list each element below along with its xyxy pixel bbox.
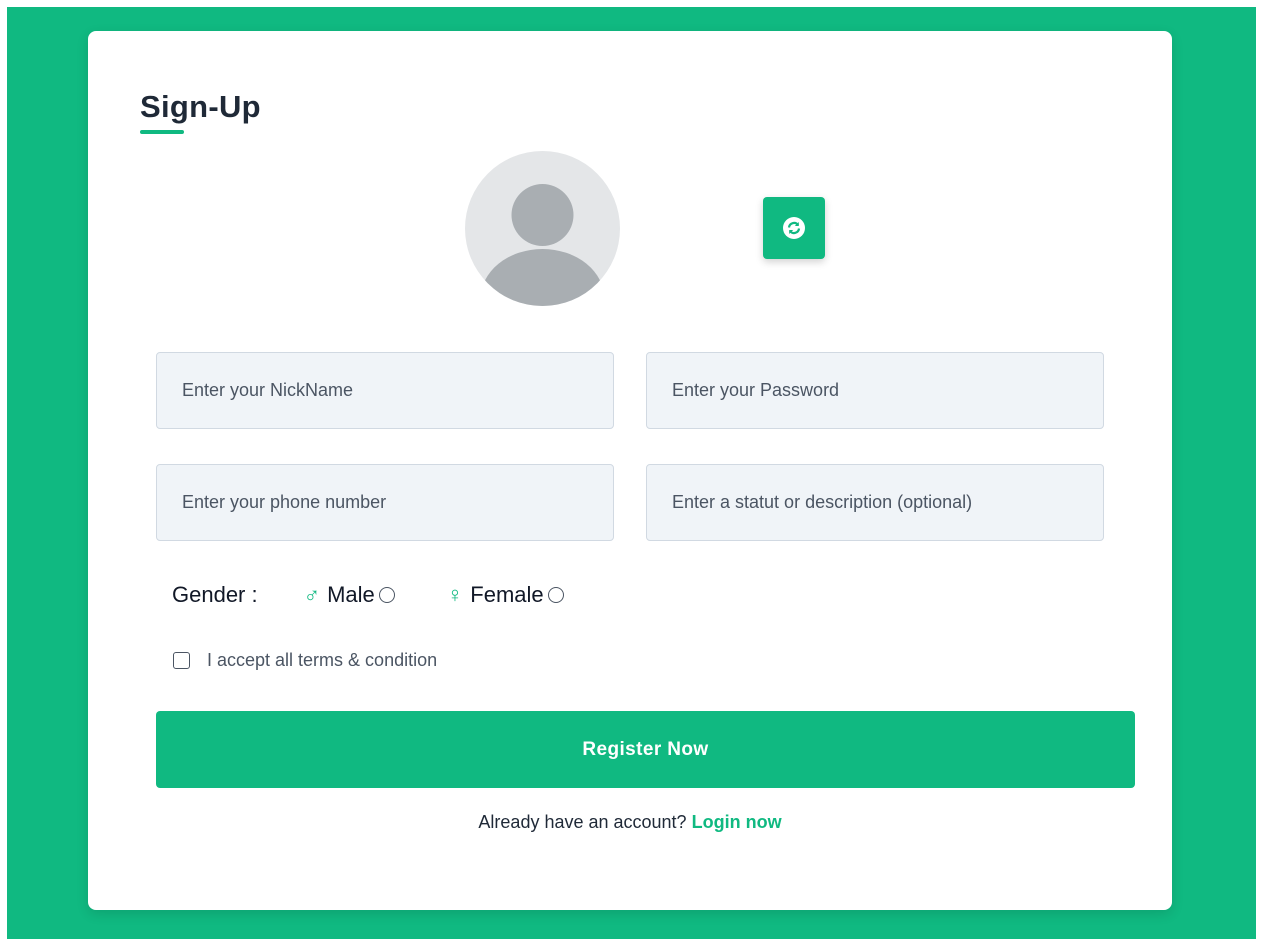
phone-input[interactable]	[156, 464, 614, 541]
terms-checkbox[interactable]	[173, 652, 190, 669]
terms-label: I accept all terms & condition	[207, 650, 438, 670]
login-prompt-row: Already have an account? Login now	[88, 812, 1172, 833]
login-link[interactable]: Login now	[692, 812, 782, 832]
refresh-avatar-button[interactable]	[763, 197, 825, 259]
female-symbol-icon: ♀	[446, 582, 464, 607]
signup-card: Sign-Up Gender : ♂ Male ♀ Female	[88, 31, 1172, 910]
male-label: Male	[327, 582, 375, 607]
page-title: Sign-Up	[140, 89, 261, 124]
gender-row: Gender : ♂ Male ♀ Female	[172, 577, 616, 613]
gender-label: Gender :	[172, 582, 258, 607]
user-silhouette-icon	[480, 184, 605, 306]
status-input[interactable]	[646, 464, 1104, 541]
avatar	[465, 151, 620, 306]
gender-option-male[interactable]: ♂ Male	[304, 582, 395, 608]
refresh-icon	[783, 217, 805, 239]
male-radio[interactable]	[378, 587, 395, 603]
login-prompt: Already have an account?	[478, 812, 687, 832]
password-input[interactable]	[646, 352, 1104, 429]
title-underline	[140, 130, 184, 134]
nickname-input[interactable]	[156, 352, 614, 429]
male-symbol-icon: ♂	[303, 582, 321, 607]
gender-option-female[interactable]: ♀ Female	[447, 582, 564, 608]
female-radio[interactable]	[547, 587, 564, 603]
female-label: Female	[470, 582, 544, 607]
register-button[interactable]: Register Now	[156, 711, 1135, 788]
terms-row[interactable]: I accept all terms & condition	[173, 650, 437, 671]
